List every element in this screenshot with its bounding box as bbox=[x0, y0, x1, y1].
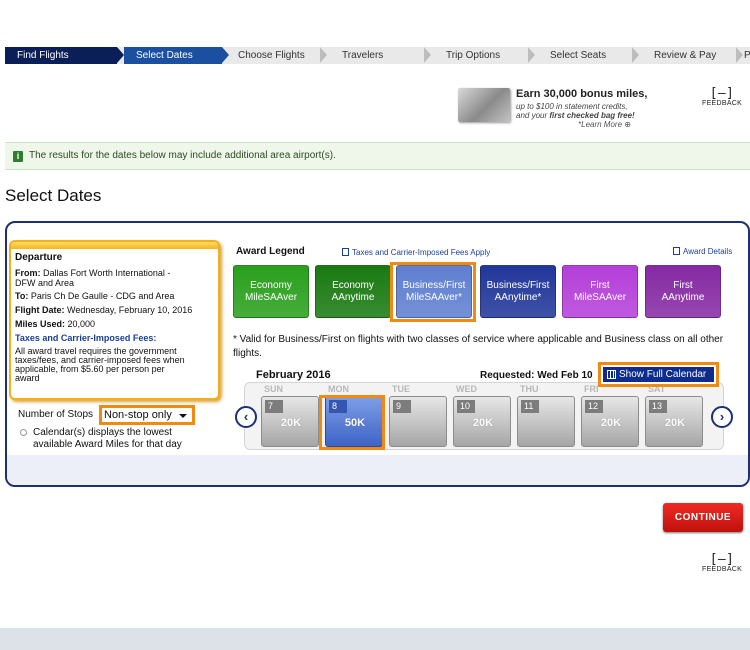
progress-steps: Find Flights Select Dates Choose Flights… bbox=[5, 47, 750, 64]
step-separator bbox=[632, 47, 639, 63]
legend-business-first-aanytime: Business/First AAnytime* bbox=[480, 265, 556, 318]
chevron-right-icon: › bbox=[719, 409, 725, 424]
calendar-note-bullet bbox=[20, 429, 27, 436]
step-more: P bbox=[744, 50, 750, 61]
calendar-note: Calendar(s) displays the lowest availabl… bbox=[33, 427, 182, 450]
award-legend-title: Award Legend bbox=[236, 246, 305, 257]
from-line: From: Dallas Fort Worth International - bbox=[15, 268, 171, 278]
from-line-2: DFW and Area bbox=[15, 278, 75, 288]
feedback-button[interactable]: [–] FEEDBACK bbox=[702, 87, 742, 107]
legend-highlight-outline bbox=[390, 262, 476, 322]
calendar-day[interactable]: 12 20K bbox=[581, 396, 639, 447]
step-separator bbox=[424, 47, 431, 63]
notice-text: The results for the dates below may incl… bbox=[29, 150, 336, 161]
calendar-day[interactable]: 9 bbox=[389, 396, 447, 447]
legend-economy-aanytime: Economy AAnytime bbox=[315, 265, 391, 318]
step-select-dates[interactable]: Select Dates bbox=[124, 47, 222, 64]
day-of-week: THU bbox=[520, 384, 539, 394]
day-of-week: TUE bbox=[392, 384, 410, 394]
next-week-button[interactable]: › bbox=[711, 406, 733, 428]
stops-select[interactable]: Non-stop only bbox=[99, 405, 195, 425]
airport-notice: i The results for the dates below may in… bbox=[5, 142, 750, 170]
miles-used-line: Miles Used: 20,000 bbox=[15, 319, 96, 329]
step-select-seats: Select Seats bbox=[550, 50, 607, 61]
valid-footnote: * Valid for Business/First on flights wi… bbox=[233, 334, 724, 359]
taxes-fees-link[interactable]: Taxes and Carrier-Imposed Fees Apply bbox=[342, 248, 490, 257]
previous-week-button[interactable]: ‹ bbox=[235, 406, 257, 428]
flight-date-line: Flight Date: Wednesday, February 10, 201… bbox=[15, 305, 193, 315]
day-of-week: MON bbox=[328, 384, 349, 394]
feedback-button[interactable]: [–] FEEDBACK bbox=[702, 553, 742, 573]
requested-date: Requested: Wed Feb 10 bbox=[480, 370, 593, 381]
page-title: Select Dates bbox=[5, 186, 102, 205]
calendar-day[interactable]: 7 20K bbox=[261, 396, 319, 447]
panel-footer-strip bbox=[7, 455, 748, 485]
page-footer bbox=[0, 628, 750, 650]
to-line: To: Paris Ch De Gaulle - CDG and Area bbox=[15, 291, 175, 301]
step-travelers: Travelers bbox=[342, 50, 384, 61]
legend-economy-milesaaver: Economy MileSAAver bbox=[233, 265, 309, 318]
show-full-calendar-button[interactable]: Show Full Calendar bbox=[598, 362, 719, 387]
step-separator bbox=[320, 47, 327, 63]
feedback-icon: [–] bbox=[709, 86, 735, 101]
day-of-week: SUN bbox=[264, 384, 284, 394]
learn-more-link[interactable]: *Learn More ⊕ bbox=[578, 120, 631, 129]
calendar-day[interactable]: 11 bbox=[517, 396, 575, 447]
continue-button[interactable]: CONTINUE bbox=[663, 503, 743, 532]
step-separator bbox=[528, 47, 535, 63]
credit-card-image bbox=[458, 88, 510, 122]
selected-day-outline bbox=[319, 395, 385, 450]
document-icon bbox=[673, 247, 680, 255]
promo-title: Earn 30,000 bonus miles, bbox=[516, 88, 648, 100]
feedback-icon: [–] bbox=[709, 552, 735, 567]
calendar-day[interactable]: 10 20K bbox=[453, 396, 511, 447]
calendar-day[interactable]: 13 20K bbox=[645, 396, 703, 447]
step-separator bbox=[117, 47, 124, 63]
step-find-flights[interactable]: Find Flights bbox=[5, 47, 117, 64]
calendar-month: February 2016 bbox=[256, 369, 331, 381]
departure-heading: Departure bbox=[15, 252, 63, 263]
fees-text: award bbox=[15, 373, 40, 383]
calendar-icon bbox=[607, 370, 616, 379]
day-of-week: WED bbox=[456, 384, 477, 394]
info-icon: i bbox=[13, 151, 23, 162]
step-choose-flights: Choose Flights bbox=[238, 50, 305, 61]
chevron-left-icon: ‹ bbox=[243, 409, 249, 424]
promo-line: and your first checked bag free! bbox=[516, 111, 635, 120]
fees-heading: Taxes and Carrier-Imposed Fees: bbox=[15, 333, 157, 343]
credit-card-promo[interactable]: Earn 30,000 bonus miles, up to $100 in s… bbox=[458, 86, 658, 136]
legend-first-milesaaver: First MileSAAver bbox=[562, 265, 638, 318]
departure-header-bar bbox=[11, 242, 218, 249]
step-trip-options: Trip Options bbox=[446, 50, 501, 61]
dropdown-arrow-icon bbox=[179, 414, 187, 418]
document-icon bbox=[342, 248, 349, 256]
step-review-pay: Review & Pay bbox=[654, 50, 717, 61]
departure-summary: Departure From: Dallas Fort Worth Intern… bbox=[9, 240, 220, 400]
legend-first-aanytime: First AAnytime bbox=[645, 265, 721, 318]
stops-label: Number of Stops bbox=[18, 409, 94, 420]
award-details-link[interactable]: Award Details bbox=[673, 247, 732, 256]
promo-line: up to $100 in statement credits, bbox=[516, 102, 628, 111]
